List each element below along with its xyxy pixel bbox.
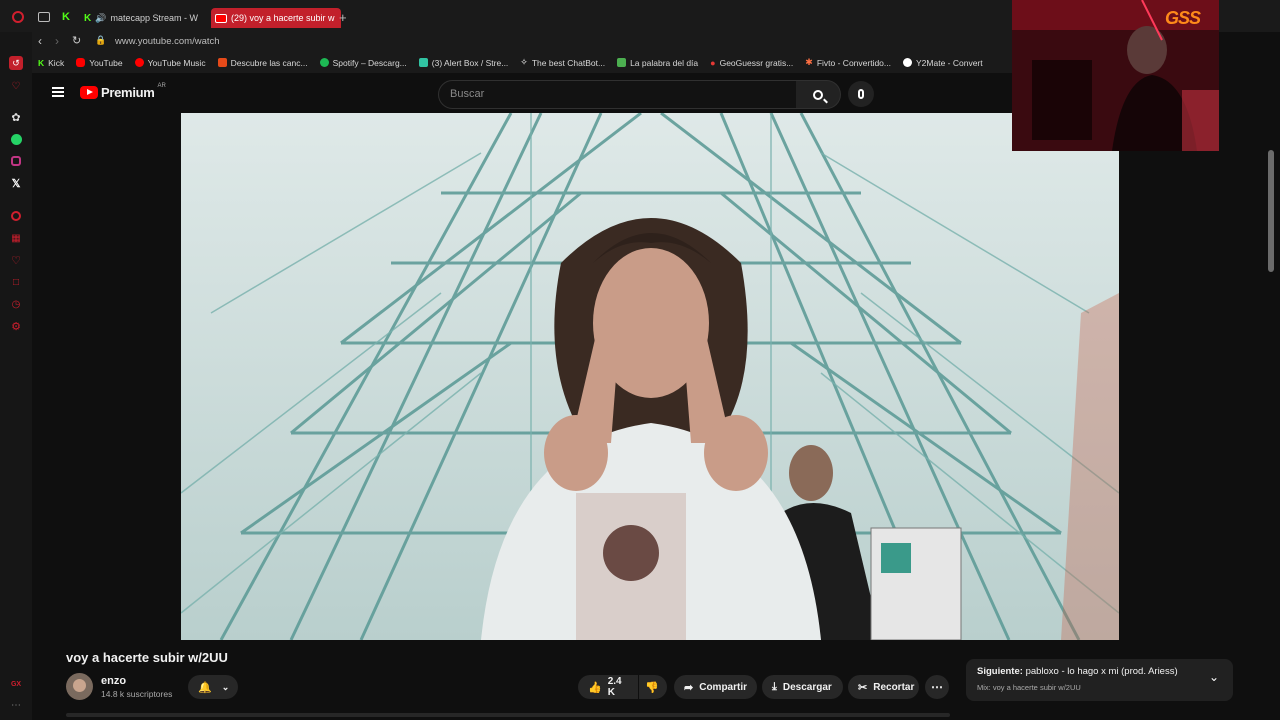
search-input[interactable]: Buscar: [438, 80, 798, 109]
youtube-header: Premium AR Buscar: [32, 73, 1012, 113]
kick-icon: K: [84, 12, 92, 24]
settings-gear-icon[interactable]: ⚙: [9, 319, 23, 333]
page-scrollbar[interactable]: [1268, 150, 1274, 272]
bookmark-alert-box[interactable]: (3) Alert Box / Stre...: [413, 52, 515, 73]
browser-sidebar: ↺ ♡ ✿ 𝕏 ▦ ♡ □ ◷ ⚙ GX ⋯: [0, 32, 32, 720]
x-twitter-icon[interactable]: 𝕏: [9, 176, 23, 190]
video-frame: [181, 113, 1119, 640]
youtube-icon: [215, 13, 227, 23]
map-pin-icon: ●: [710, 57, 716, 68]
youtube-play-icon: [80, 86, 98, 99]
share-arrow-icon: ➦: [684, 681, 694, 694]
kick-icon: K: [38, 57, 45, 68]
bookmark-palabra[interactable]: La palabra del día: [611, 52, 704, 73]
bookmarks-bar: K Kick YouTube YouTube Music Descubre las…: [32, 52, 1012, 73]
forward-arrow-icon[interactable]: ›: [55, 34, 59, 48]
speaker-icon: 🔊: [95, 12, 107, 23]
microphone-icon: [858, 89, 864, 99]
channel-name[interactable]: enzo: [101, 675, 126, 687]
tab-label: matecapp Stream - W: [110, 13, 198, 23]
more-actions-button[interactable]: ⋯: [925, 675, 949, 699]
menu-hamburger-icon[interactable]: [52, 87, 64, 97]
playlist-name: Mix: voy a hacerte subir w/2UU: [977, 683, 1081, 692]
youtube-music-icon: [134, 58, 144, 67]
tab-youtube-video[interactable]: (29) voy a hacerte subir w: [211, 8, 341, 28]
convert-icon: ✱: [805, 57, 813, 67]
bookmark-youtube[interactable]: YouTube: [70, 52, 128, 73]
heart-icon[interactable]: ♡: [9, 253, 23, 267]
lock-icon[interactable]: 🔒: [95, 35, 106, 46]
scissors-icon: ✂: [858, 681, 868, 694]
chatgpt-icon[interactable]: ✿: [9, 110, 23, 124]
subscriber-count: 14.8 k suscriptores: [101, 689, 173, 699]
bookmark-chatbot[interactable]: ✧ The best ChatBot...: [514, 52, 611, 73]
download-icon: ⤓: [772, 680, 777, 693]
up-next-prefix: Siguiente:: [977, 666, 1023, 677]
up-next-line: Siguiente: pabloxo - lo hago x mi (prod.…: [977, 666, 1178, 677]
messenger-icon[interactable]: ♡: [9, 79, 23, 93]
bookmark-kick[interactable]: K Kick: [32, 52, 70, 73]
address-bar: ‹ › ↻ 🔒 www.youtube.com/watch: [32, 32, 1012, 52]
gx-logo-icon[interactable]: GX: [9, 677, 23, 691]
workspaces-icon[interactable]: [38, 12, 50, 22]
reload-icon[interactable]: ↻: [72, 34, 81, 47]
instagram-icon[interactable]: [9, 154, 23, 168]
bookmark-youtube-music[interactable]: YouTube Music: [129, 52, 212, 73]
chevron-down-icon[interactable]: ⌄: [1209, 670, 1219, 684]
bookmark-y2mate[interactable]: Y2Mate - Convert: [897, 52, 989, 73]
webcam-overlay: GSS: [1012, 0, 1219, 151]
kick-pinned-tab-icon[interactable]: K: [62, 11, 70, 23]
p-icon: [617, 58, 627, 67]
spotify-icon: [319, 58, 329, 67]
progress-track[interactable]: [66, 713, 950, 717]
y2mate-icon: [903, 58, 912, 67]
youtube-premium-logo[interactable]: Premium AR: [80, 83, 166, 100]
url-field[interactable]: www.youtube.com/watch: [115, 36, 220, 47]
youtube-icon: [76, 58, 86, 67]
bookmark-geoguessr[interactable]: ● GeoGuessr gratis...: [704, 52, 799, 73]
bookmark-spotify[interactable]: Spotify – Descarg...: [314, 52, 413, 73]
alert-box-icon: [418, 58, 428, 67]
voice-search-button[interactable]: [848, 81, 874, 107]
chevron-down-icon: ⌄: [221, 681, 230, 692]
chatbot-icon: ✧: [520, 57, 528, 67]
up-next-card[interactable]: Siguiente: pabloxo - lo hago x mi (prod.…: [966, 659, 1233, 701]
music-note-icon: [217, 58, 227, 67]
video-title: voy a hacerte subir w/2UU: [66, 650, 228, 665]
tab-label: (29) voy a hacerte subir w: [231, 13, 335, 23]
like-button[interactable]: 👍 2.4 K: [578, 675, 638, 699]
video-player[interactable]: [181, 113, 1119, 640]
home-icon[interactable]: ↺: [9, 56, 23, 70]
more-icon[interactable]: ⋯: [9, 698, 23, 712]
share-button[interactable]: ➦ Compartir: [674, 675, 757, 699]
search-button[interactable]: [796, 80, 841, 109]
new-tab-button[interactable]: +: [339, 10, 347, 25]
bookmark-descubre[interactable]: Descubre las canc...: [212, 52, 314, 73]
notifications-subscribe-button[interactable]: 🔔 ⌄: [188, 675, 238, 699]
whatsapp-icon[interactable]: [9, 132, 23, 146]
more-horizontal-icon: ⋯: [931, 680, 943, 694]
cube-icon[interactable]: □: [9, 275, 23, 289]
bookmark-fivto[interactable]: ✱ Fivto - Convertido...: [799, 52, 897, 73]
tab-matecapp-stream[interactable]: K 🔊 matecapp Stream - W: [84, 8, 202, 28]
apps-grid-icon[interactable]: ▦: [9, 231, 23, 245]
history-icon[interactable]: ◷: [9, 297, 23, 311]
dislike-button[interactable]: 👎: [639, 675, 667, 699]
pinboard-icon[interactable]: [9, 209, 23, 223]
gss-logo: GSS: [1164, 8, 1201, 28]
channel-avatar[interactable]: [66, 673, 93, 700]
download-button[interactable]: ⤓ Descargar: [762, 675, 843, 699]
back-arrow-icon[interactable]: ‹: [38, 34, 42, 48]
search-icon: [813, 89, 828, 103]
thumbs-up-icon: 👍: [588, 681, 602, 694]
thumbs-down-icon: 👎: [645, 681, 659, 694]
up-next-title: pabloxo - lo hago x mi (prod. Ariess): [1025, 666, 1178, 677]
opera-logo-icon[interactable]: [12, 11, 24, 23]
clip-button[interactable]: ✂ Recortar: [848, 675, 919, 699]
bell-icon: 🔔: [198, 681, 212, 694]
